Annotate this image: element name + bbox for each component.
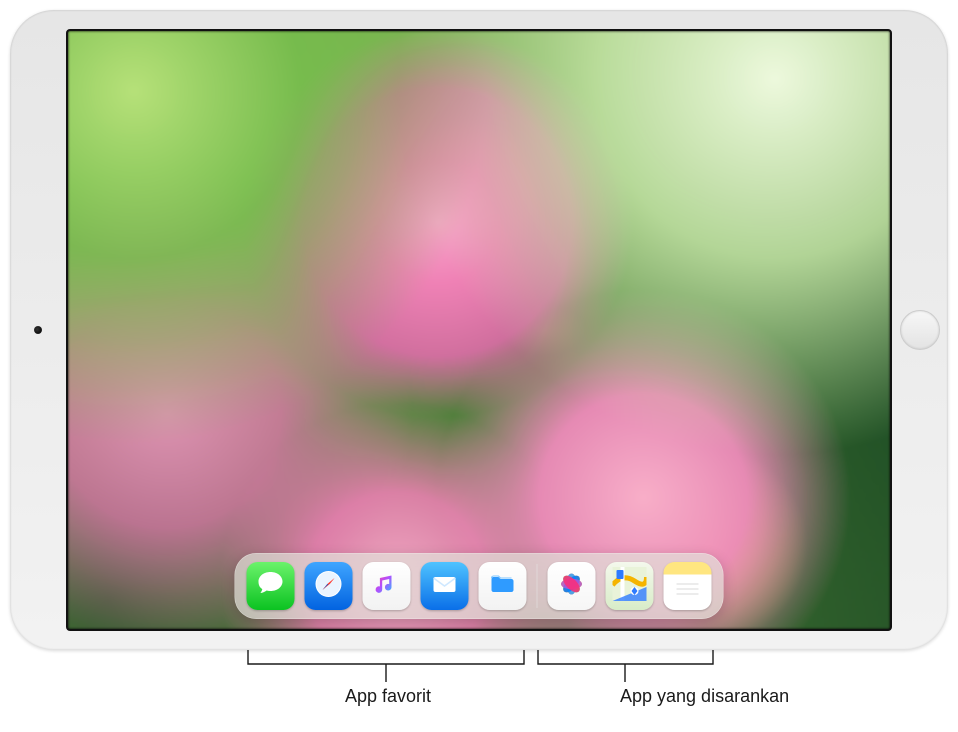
home-button[interactable] xyxy=(900,310,940,350)
safari-icon xyxy=(312,567,346,606)
ipad-bezel-left xyxy=(10,10,66,650)
photos-icon xyxy=(555,567,589,606)
music-icon xyxy=(370,567,404,606)
app-files[interactable] xyxy=(479,562,527,610)
app-photos[interactable] xyxy=(548,562,596,610)
dock-divider xyxy=(537,564,538,608)
files-icon xyxy=(486,567,520,606)
ipad-device-frame xyxy=(10,10,948,650)
app-maps[interactable] xyxy=(606,562,654,610)
callout-brackets xyxy=(0,650,958,730)
app-music[interactable] xyxy=(363,562,411,610)
home-wallpaper xyxy=(68,31,890,629)
callout-suggested-label: App yang disarankan xyxy=(620,686,789,707)
app-notes[interactable] xyxy=(664,562,712,610)
dock-favorites-group xyxy=(247,562,527,610)
dock xyxy=(235,553,724,619)
callout-favorites-label: App favorit xyxy=(345,686,431,707)
ipad-bezel-right xyxy=(892,10,948,650)
messages-icon xyxy=(254,567,288,606)
notes-icon xyxy=(671,567,705,606)
dock-suggested-group xyxy=(548,562,712,610)
front-camera xyxy=(34,326,42,334)
app-messages[interactable] xyxy=(247,562,295,610)
callout-layer: App favorit App yang disarankan xyxy=(0,650,958,730)
app-safari[interactable] xyxy=(305,562,353,610)
mail-icon xyxy=(428,567,462,606)
maps-icon xyxy=(613,567,647,606)
ipad-screen xyxy=(66,29,892,631)
app-mail[interactable] xyxy=(421,562,469,610)
